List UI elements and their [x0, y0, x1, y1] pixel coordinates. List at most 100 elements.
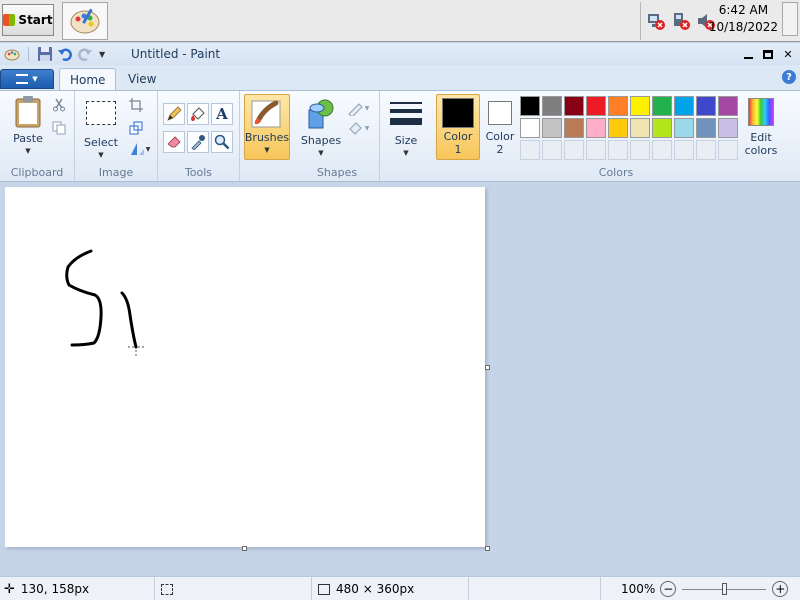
- minimize-button[interactable]: [739, 46, 757, 62]
- palette-swatch[interactable]: [586, 118, 606, 138]
- palette-swatch[interactable]: [696, 118, 716, 138]
- fill-tool[interactable]: [187, 103, 209, 125]
- cut-icon[interactable]: [50, 96, 68, 114]
- shapes-group: Shapes ▼ ▼ ▼ Shapes: [295, 91, 380, 181]
- taskbar: Start 6:42 AM 10/18/2022: [0, 0, 800, 42]
- palette-swatch-empty[interactable]: [718, 140, 738, 160]
- palette-swatch[interactable]: [630, 118, 650, 138]
- edit-colors-label-2: colors: [744, 144, 778, 157]
- ribbon: Paste ▼ Clipboard Select ▼ ▼ Image A Too…: [0, 90, 800, 182]
- magnifier-tool[interactable]: [211, 131, 233, 153]
- palette-swatch-empty[interactable]: [652, 140, 672, 160]
- chevron-down-icon: ▼: [318, 149, 324, 157]
- start-label: Start: [18, 13, 53, 27]
- palette-swatch-empty[interactable]: [520, 140, 540, 160]
- maximize-button[interactable]: [759, 46, 777, 62]
- palette-swatch[interactable]: [652, 96, 672, 116]
- resize-icon[interactable]: [127, 119, 145, 137]
- close-icon: ✕: [783, 47, 793, 61]
- status-bar: ✛ 130, 158px 480 × 360px 100% − +: [0, 576, 800, 600]
- start-button[interactable]: Start: [2, 4, 54, 36]
- network-error-icon[interactable]: [646, 11, 666, 31]
- brushes-label: Brushes: [244, 131, 290, 144]
- color1-button[interactable]: Color 1: [436, 94, 480, 160]
- color-picker-tool[interactable]: [187, 131, 209, 153]
- chevron-down-icon: ▼: [25, 147, 31, 155]
- redo-icon[interactable]: [77, 46, 93, 62]
- undo-icon[interactable]: [57, 46, 73, 62]
- edit-colors-button[interactable]: Edit colors: [742, 94, 780, 157]
- resize-handle-bottom[interactable]: [242, 546, 247, 551]
- palette-swatch[interactable]: [630, 96, 650, 116]
- canvas-workspace: [0, 183, 800, 576]
- palette-swatch[interactable]: [718, 96, 738, 116]
- palette-swatch[interactable]: [608, 96, 628, 116]
- size-button[interactable]: Size ▼: [387, 94, 425, 160]
- color2-button[interactable]: Color 2: [482, 94, 518, 156]
- chevron-down-icon: ▼: [403, 149, 409, 157]
- pencil-tool[interactable]: [163, 103, 185, 125]
- clock[interactable]: 6:42 AM 10/18/2022: [709, 2, 778, 36]
- tab-home[interactable]: Home: [59, 68, 117, 90]
- palette-swatch[interactable]: [718, 118, 738, 138]
- zoom-slider-thumb[interactable]: [722, 583, 728, 595]
- eraser-tool[interactable]: [163, 131, 185, 153]
- outline-icon[interactable]: ▼: [345, 99, 371, 117]
- resize-handle-corner[interactable]: [485, 546, 490, 551]
- palette-swatch-empty[interactable]: [608, 140, 628, 160]
- select-rectangle-icon: [86, 101, 116, 125]
- palette-swatch-empty[interactable]: [564, 140, 584, 160]
- palette-swatch[interactable]: [520, 96, 540, 116]
- show-desktop-button[interactable]: [782, 2, 798, 36]
- save-icon[interactable]: [37, 46, 53, 62]
- palette-swatch[interactable]: [608, 118, 628, 138]
- palette-swatch[interactable]: [674, 96, 694, 116]
- zoom-slider[interactable]: [682, 581, 767, 597]
- drawing-canvas[interactable]: [5, 187, 485, 547]
- size-group: Size ▼: [380, 91, 432, 181]
- chevron-down-icon: ▼: [364, 124, 370, 132]
- color1-swatch: [442, 98, 474, 128]
- copy-icon[interactable]: [50, 119, 68, 137]
- palette-swatch[interactable]: [564, 118, 584, 138]
- palette-swatch[interactable]: [520, 118, 540, 138]
- palette-swatch-empty[interactable]: [542, 140, 562, 160]
- brushes-button[interactable]: Brushes ▼: [244, 94, 290, 160]
- quick-access-dropdown-icon[interactable]: ▼: [99, 50, 105, 59]
- palette-swatch-empty[interactable]: [586, 140, 606, 160]
- shapes-button[interactable]: Shapes ▼: [301, 94, 341, 160]
- text-tool[interactable]: A: [211, 103, 233, 125]
- chevron-down-icon: ▼: [98, 151, 104, 159]
- network-error-icon[interactable]: [671, 11, 691, 31]
- zoom-out-button[interactable]: −: [660, 581, 677, 597]
- palette-swatch[interactable]: [586, 96, 606, 116]
- canvas-size-text: 480 × 360px: [336, 582, 415, 596]
- palette-swatch[interactable]: [564, 96, 584, 116]
- file-menu-button[interactable]: ▼: [0, 69, 54, 89]
- palette-swatch-empty[interactable]: [696, 140, 716, 160]
- palette-swatch[interactable]: [696, 96, 716, 116]
- palette-swatch[interactable]: [674, 118, 694, 138]
- palette-swatch[interactable]: [542, 118, 562, 138]
- help-icon[interactable]: ?: [782, 70, 796, 84]
- tab-view[interactable]: View: [118, 68, 166, 90]
- fill-shape-icon[interactable]: ▼: [345, 119, 371, 137]
- close-button[interactable]: ✕: [779, 46, 797, 62]
- taskbar-paint-button[interactable]: [62, 2, 108, 40]
- minimize-icon: [743, 57, 753, 59]
- palette-swatch-empty[interactable]: [630, 140, 650, 160]
- rotate-icon[interactable]: ▼: [127, 140, 153, 158]
- zoom-in-button[interactable]: +: [772, 581, 789, 597]
- restore-icon: [763, 49, 773, 59]
- paint-app-icon[interactable]: [4, 46, 20, 62]
- crop-icon[interactable]: [127, 96, 145, 114]
- palette-swatch[interactable]: [652, 118, 672, 138]
- palette-swatch[interactable]: [542, 96, 562, 116]
- image-group-label: Image: [98, 166, 134, 179]
- window-titlebar: ▼ Untitled - Paint ✕: [0, 43, 800, 65]
- select-button[interactable]: Select ▼: [83, 94, 119, 162]
- resize-handle-right[interactable]: [485, 365, 490, 370]
- paste-button[interactable]: Paste ▼: [8, 94, 48, 158]
- image-group: Select ▼ ▼ Image: [75, 91, 158, 181]
- palette-swatch-empty[interactable]: [674, 140, 694, 160]
